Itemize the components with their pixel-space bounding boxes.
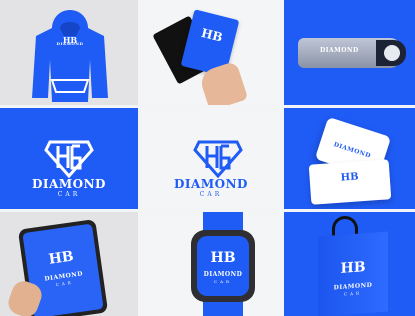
hoodie-brand-text: DIAMOND	[56, 41, 84, 46]
business-cards-mockup: HB	[141, 0, 281, 105]
mockup-grid: HB DIAMOND HB DIAMOND DIAMOND CAR DIAMON…	[0, 0, 415, 316]
logo-subtitle: CAR	[57, 191, 81, 198]
watch-logo-icon: HB	[210, 250, 236, 266]
diamond-logo-icon	[44, 140, 94, 178]
logo-on-white-panel: DIAMOND CAR	[141, 108, 281, 209]
watch-body: HB DIAMOND CAR	[191, 230, 255, 302]
logo-on-blue-panel: DIAMOND CAR	[0, 108, 138, 209]
sheet-logo-icon: HB	[340, 171, 360, 184]
card-logo-icon: HB	[199, 25, 225, 45]
watch-brand-text: DIAMOND	[203, 271, 243, 278]
diamond-logo-icon	[193, 140, 243, 178]
logo-subtitle: CAR	[199, 191, 223, 198]
bag-logo-icon: HB	[340, 259, 366, 277]
bag-body: HB DIAMOND CAR	[318, 231, 388, 316]
hoodie-shape: HB	[32, 10, 108, 102]
logo-title: DIAMOND	[174, 177, 248, 191]
shopping-bag-mockup: HB DIAMOND CAR	[284, 212, 415, 316]
tablet-mockup: HB DIAMOND CAR	[0, 212, 138, 316]
watch-brand-sub: CAR	[214, 279, 232, 284]
watch-screen: HB DIAMOND CAR	[197, 236, 249, 296]
hoodie-mockup: HB DIAMOND	[0, 0, 138, 105]
smartwatch-mockup: HB DIAMOND CAR	[141, 212, 281, 316]
usb-mockup: DIAMOND	[284, 0, 415, 105]
paper-sheet: HB	[308, 159, 392, 205]
usb-ring-icon	[384, 45, 400, 61]
usb-brand-text: DIAMOND	[320, 47, 359, 54]
stationery-mockup: DIAMOND HB	[284, 108, 415, 209]
logo-title: DIAMOND	[32, 177, 106, 191]
tablet-logo-icon: HB	[47, 248, 75, 268]
